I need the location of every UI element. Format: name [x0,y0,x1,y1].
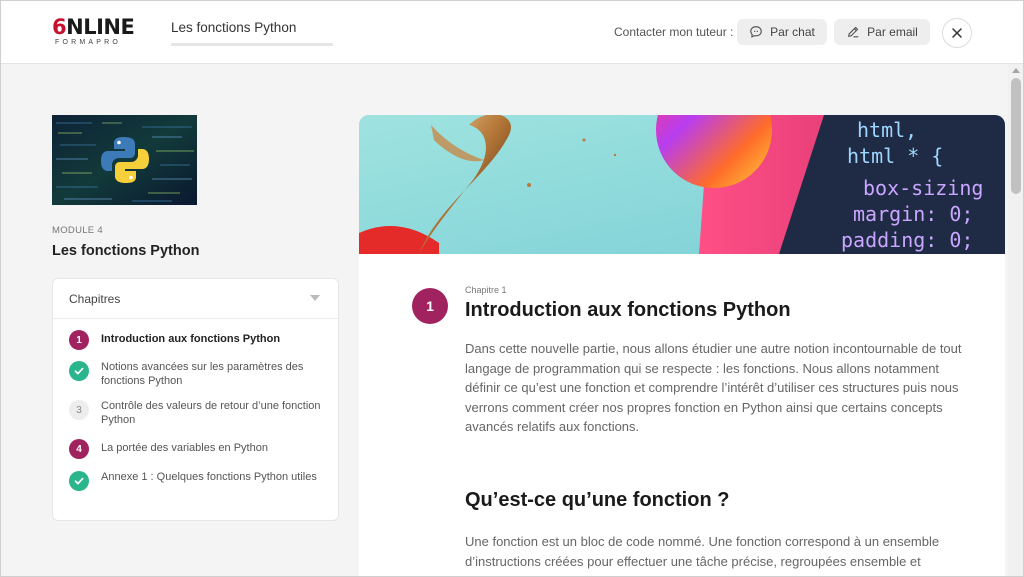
section-paragraph: Une fonction est un bloc de code nommé. … [465,534,940,569]
logo[interactable]: 6NLINE FORMAPRO [52,16,142,54]
course-progress-bar [171,43,333,46]
section-title: Qu’est-ce qu’une fonction ? [465,489,730,511]
email-button-label: Par email [867,25,918,39]
chat-icon [750,26,762,38]
chat-button-label: Par chat [770,25,815,39]
hero-code-line-3: box-sizing [863,176,983,200]
chapter-item-label: Notions avancées sur les paramètres des … [101,361,304,387]
module-title: Les fonctions Python [52,243,200,259]
hero-illustration: html, html * { box-sizing margin: 0; pad… [359,115,1005,254]
chapter-kicker: Chapitre 1 [465,285,507,295]
course-title: Les fonctions Python [171,20,297,35]
top-bar: 6NLINE FORMAPRO Les fonctions Python Con… [0,0,1024,64]
close-icon [952,28,962,38]
chapter-hero-image: html, html * { box-sizing margin: 0; pad… [359,115,1005,254]
chapter-item-label: La portée des variables en Python [101,442,268,454]
chapter-item-label: Contrôle des valeurs de retour d’une fon… [101,400,321,426]
chapter-content: html, html * { box-sizing margin: 0; pad… [359,115,1005,577]
scrollbar-thumb[interactable] [1011,78,1021,194]
pencil-icon [848,26,859,38]
chapters-toggle[interactable]: Chapitres [53,279,338,319]
hero-code-line-5: padding: 0; [841,228,973,252]
close-button[interactable] [942,18,972,48]
hero-code-line-1: html, [857,118,917,142]
logo-wordmark: 6NLINE [52,15,135,39]
chapter-number-badge: 3 [69,400,89,420]
module-thumbnail [52,115,197,205]
chapter-item-label: Annexe 1 : Quelques fonctions Python uti… [101,471,317,483]
check-icon [69,471,89,491]
hero-code-line-2: html * { [847,144,943,168]
chat-button[interactable]: Par chat [737,19,827,45]
caret-down-icon [310,295,320,301]
scroll-up-arrow-icon[interactable] [1012,68,1020,73]
chapter-intro-paragraph: Dans cette nouvelle partie, nous allons … [465,341,962,435]
page-scrollbar[interactable] [1008,64,1024,577]
contact-tutor-label: Contacter mon tuteur : [614,25,734,39]
chapter-item-4[interactable]: 4 La portée des variables en Python [69,439,329,459]
chapter-item-label: Introduction aux fonctions Python [101,333,281,345]
email-button[interactable]: Par email [834,19,930,45]
python-logo-image [52,115,197,205]
chapter-item-1[interactable]: 1 Introduction aux fonctions Python [69,330,329,350]
module-label: MODULE 4 [52,225,103,236]
chapter-item-5[interactable]: Annexe 1 : Quelques fonctions Python uti… [69,471,329,491]
chapters-panel: Chapitres 1 Introduction aux fonctions P… [52,278,339,521]
chapter-number-badge: 1 [69,330,89,350]
chapter-item-2[interactable]: Notions avancées sur les paramètres des … [69,361,329,388]
logo-subtitle: FORMAPRO [55,39,122,46]
chapter-number-badge: 1 [412,288,448,324]
chapter-title: Introduction aux fonctions Python [465,299,791,321]
chapter-item-3[interactable]: 3 Contrôle des valeurs de retour d’une f… [69,400,329,427]
check-icon [69,361,89,381]
chapters-heading: Chapitres [69,291,121,306]
chapter-number-badge: 4 [69,439,89,459]
hero-code-line-4: margin: 0; [853,202,973,226]
